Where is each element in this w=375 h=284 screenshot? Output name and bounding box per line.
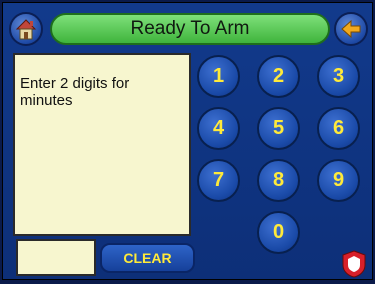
entry-display — [16, 239, 96, 276]
status-title-bar: Ready To Arm — [50, 13, 330, 45]
key-label: 0 — [272, 221, 285, 243]
back-button[interactable] — [334, 12, 368, 46]
key-label: 1 — [212, 65, 225, 87]
key-1[interactable]: 1 — [197, 55, 240, 98]
key-2[interactable]: 2 — [257, 55, 300, 98]
home-icon — [15, 19, 37, 40]
key-label: 6 — [332, 117, 345, 139]
instruction-panel: Enter 2 digits for minutes — [13, 53, 191, 236]
key-label: 7 — [212, 169, 225, 191]
key-7[interactable]: 7 — [197, 159, 240, 202]
clear-button[interactable]: CLEAR — [100, 243, 195, 273]
key-5[interactable]: 5 — [257, 107, 300, 150]
key-3[interactable]: 3 — [317, 55, 360, 98]
keypad-screen: Ready To Arm Enter 2 digits for minutes … — [2, 2, 373, 280]
key-label: 4 — [212, 117, 225, 139]
clear-button-label: CLEAR — [123, 250, 172, 266]
page-title: Ready To Arm — [130, 18, 250, 39]
home-button[interactable] — [9, 12, 43, 46]
key-0[interactable]: 0 — [257, 211, 300, 254]
key-9[interactable]: 9 — [317, 159, 360, 202]
back-arrow-icon — [341, 19, 361, 39]
instruction-text: Enter 2 digits for minutes — [20, 75, 130, 109]
key-label: 3 — [332, 65, 345, 87]
key-label: 5 — [272, 117, 285, 139]
key-label: 9 — [332, 169, 345, 191]
key-8[interactable]: 8 — [257, 159, 300, 202]
key-4[interactable]: 4 — [197, 107, 240, 150]
shield-alarm-icon — [342, 250, 366, 278]
alarm-button[interactable] — [339, 249, 369, 279]
key-label: 8 — [272, 169, 285, 191]
key-label: 2 — [272, 65, 285, 87]
key-6[interactable]: 6 — [317, 107, 360, 150]
